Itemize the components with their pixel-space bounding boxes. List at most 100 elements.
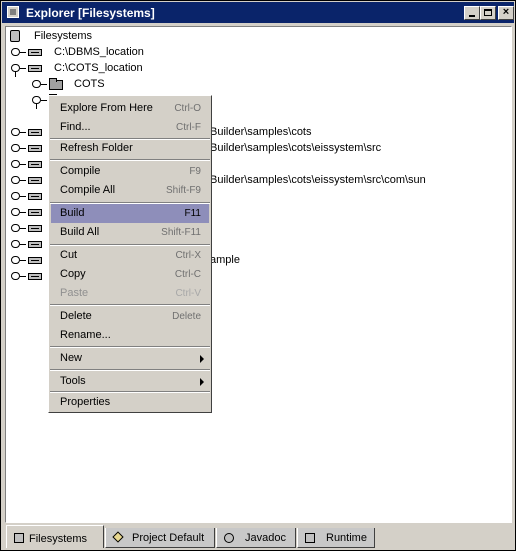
- expand-handle-icon[interactable]: [11, 240, 26, 248]
- menu-item-shortcut: Ctrl-C: [174, 269, 201, 280]
- tree-row-label: Builder\samples\cots\eissystem\src\com\s…: [210, 174, 426, 186]
- project-icon: [112, 531, 124, 543]
- expand-handle-icon[interactable]: [32, 80, 47, 88]
- menu-item-delete[interactable]: Delete Delete: [51, 307, 209, 326]
- context-menu: Explore From Here Ctrl-O Find... Ctrl-F Re…: [48, 95, 212, 413]
- menu-item-build[interactable]: Build F11: [51, 204, 209, 223]
- submenu-arrow-icon: [200, 378, 204, 386]
- menu-item-label: Build All: [60, 226, 100, 238]
- menu-item-shortcut: Ctrl-F: [176, 122, 201, 133]
- menu-item-find[interactable]: Find... Ctrl-F: [51, 118, 209, 137]
- filesystems-icon: [14, 533, 24, 543]
- collapse-handle-icon[interactable]: [32, 96, 47, 109]
- menu-item-compile[interactable]: Compile F9: [51, 162, 209, 181]
- menu-item-label: Build: [60, 207, 85, 219]
- menu-item-explore-from-here[interactable]: Explore From Here Ctrl-O: [51, 99, 209, 118]
- menu-item-label: Refresh Folder: [60, 142, 133, 154]
- menu-item-label: Paste: [60, 287, 89, 299]
- tree-row-label: C:\COTS_location: [54, 62, 143, 74]
- tab-label: Runtime: [326, 532, 367, 544]
- menu-item-new[interactable]: New: [51, 349, 209, 368]
- menu-item-properties[interactable]: Properties: [51, 393, 209, 412]
- folder-icon: [49, 78, 63, 90]
- window-title: Explorer [Filesystems]: [26, 6, 155, 20]
- menu-item-refresh-folder[interactable]: Refresh Folder: [51, 139, 209, 158]
- expand-handle-icon[interactable]: [11, 144, 26, 152]
- tab-label: Project Default: [132, 532, 205, 544]
- menu-item-shortcut: Ctrl-X: [175, 250, 201, 261]
- drive-icon: [28, 65, 42, 72]
- javadoc-icon: [224, 533, 234, 543]
- tree-row-label: C:\DBMS_location: [54, 46, 144, 58]
- explorer-window: Explorer [Filesystems] × Filesystems C:\…: [0, 0, 516, 551]
- menu-item-rename[interactable]: Rename...: [51, 326, 209, 345]
- tree-row-label: ample: [210, 254, 240, 266]
- expand-handle-icon[interactable]: [11, 160, 26, 168]
- drive-icon: [28, 129, 42, 136]
- drive-icon: [28, 49, 42, 56]
- expand-handle-icon[interactable]: [11, 192, 26, 200]
- runtime-icon: [305, 533, 315, 543]
- menu-item-label: Copy: [60, 268, 86, 280]
- menu-item-label: Rename...: [60, 329, 111, 341]
- tab-javadoc[interactable]: Javadoc: [216, 528, 296, 548]
- menu-item-copy[interactable]: Copy Ctrl-C: [51, 265, 209, 284]
- close-icon: ×: [502, 6, 510, 18]
- menu-item-cut[interactable]: Cut Ctrl-X: [51, 246, 209, 265]
- expand-handle-icon[interactable]: [11, 272, 26, 280]
- drive-icon: [28, 225, 42, 232]
- menu-item-shortcut: Shift-F11: [161, 227, 201, 238]
- expand-handle-icon[interactable]: [11, 176, 26, 184]
- menu-item-shortcut: F11: [184, 208, 202, 219]
- drive-icon: [28, 193, 42, 200]
- menu-separator: [50, 346, 210, 348]
- drive-icon: [28, 209, 42, 216]
- expand-handle-icon[interactable]: [11, 208, 26, 216]
- menu-item-label: Cut: [60, 249, 78, 261]
- drive-icon: [28, 145, 42, 152]
- menu-item-label: Find...: [60, 121, 91, 133]
- menu-separator: [50, 159, 210, 161]
- expand-handle-icon[interactable]: [11, 224, 26, 232]
- menu-item-compile-all[interactable]: Compile All Shift-F9: [51, 181, 209, 200]
- close-button[interactable]: ×: [498, 6, 514, 20]
- menu-item-label: Tools: [60, 375, 86, 387]
- menu-item-tools[interactable]: Tools: [51, 372, 209, 391]
- drive-icon: [28, 177, 42, 184]
- menu-item-label: Compile All: [60, 184, 116, 196]
- menu-item-shortcut: Shift-F9: [165, 185, 201, 196]
- menu-item-label: Compile: [60, 165, 101, 177]
- maximize-button[interactable]: [480, 6, 496, 20]
- tab-runtime[interactable]: Runtime: [297, 528, 375, 548]
- tree-row-label: COTS: [74, 78, 105, 90]
- drive-icon: [28, 161, 42, 168]
- menu-item-build-all[interactable]: Build All Shift-F11: [51, 223, 209, 242]
- expand-handle-icon[interactable]: [11, 48, 26, 56]
- tree-row-label: Builder\samples\cots: [210, 126, 312, 138]
- menu-separator: [50, 304, 210, 306]
- menu-item-shortcut: Ctrl-V: [175, 288, 201, 299]
- tab-filesystems[interactable]: Filesystems: [6, 525, 104, 548]
- tree-row-label: Builder\samples\cots\eissystem\src: [210, 142, 382, 154]
- menu-separator: [50, 369, 210, 371]
- menu-item-label: Explore From Here: [60, 102, 153, 114]
- title-bar[interactable]: Explorer [Filesystems] ×: [2, 2, 514, 23]
- minimize-button[interactable]: [464, 6, 480, 20]
- menu-item-shortcut: F9: [189, 166, 201, 177]
- menu-item-shortcut: Delete: [172, 311, 201, 322]
- submenu-arrow-icon: [200, 355, 204, 363]
- expand-handle-icon[interactable]: [11, 256, 26, 264]
- filesystems-icon: [10, 30, 20, 42]
- drive-icon: [28, 273, 42, 280]
- menu-item-label: Delete: [60, 310, 92, 322]
- window-icon: [7, 6, 19, 18]
- tab-project-default[interactable]: Project Default: [105, 528, 215, 548]
- menu-item-shortcut: Ctrl-O: [174, 103, 201, 114]
- collapse-handle-icon[interactable]: [11, 64, 26, 77]
- drive-icon: [28, 241, 42, 248]
- menu-item-paste: Paste Ctrl-V: [51, 284, 209, 303]
- menu-item-label: New: [60, 352, 83, 364]
- tab-label: Javadoc: [245, 532, 286, 544]
- menu-item-label: Properties: [60, 396, 111, 408]
- expand-handle-icon[interactable]: [11, 128, 26, 136]
